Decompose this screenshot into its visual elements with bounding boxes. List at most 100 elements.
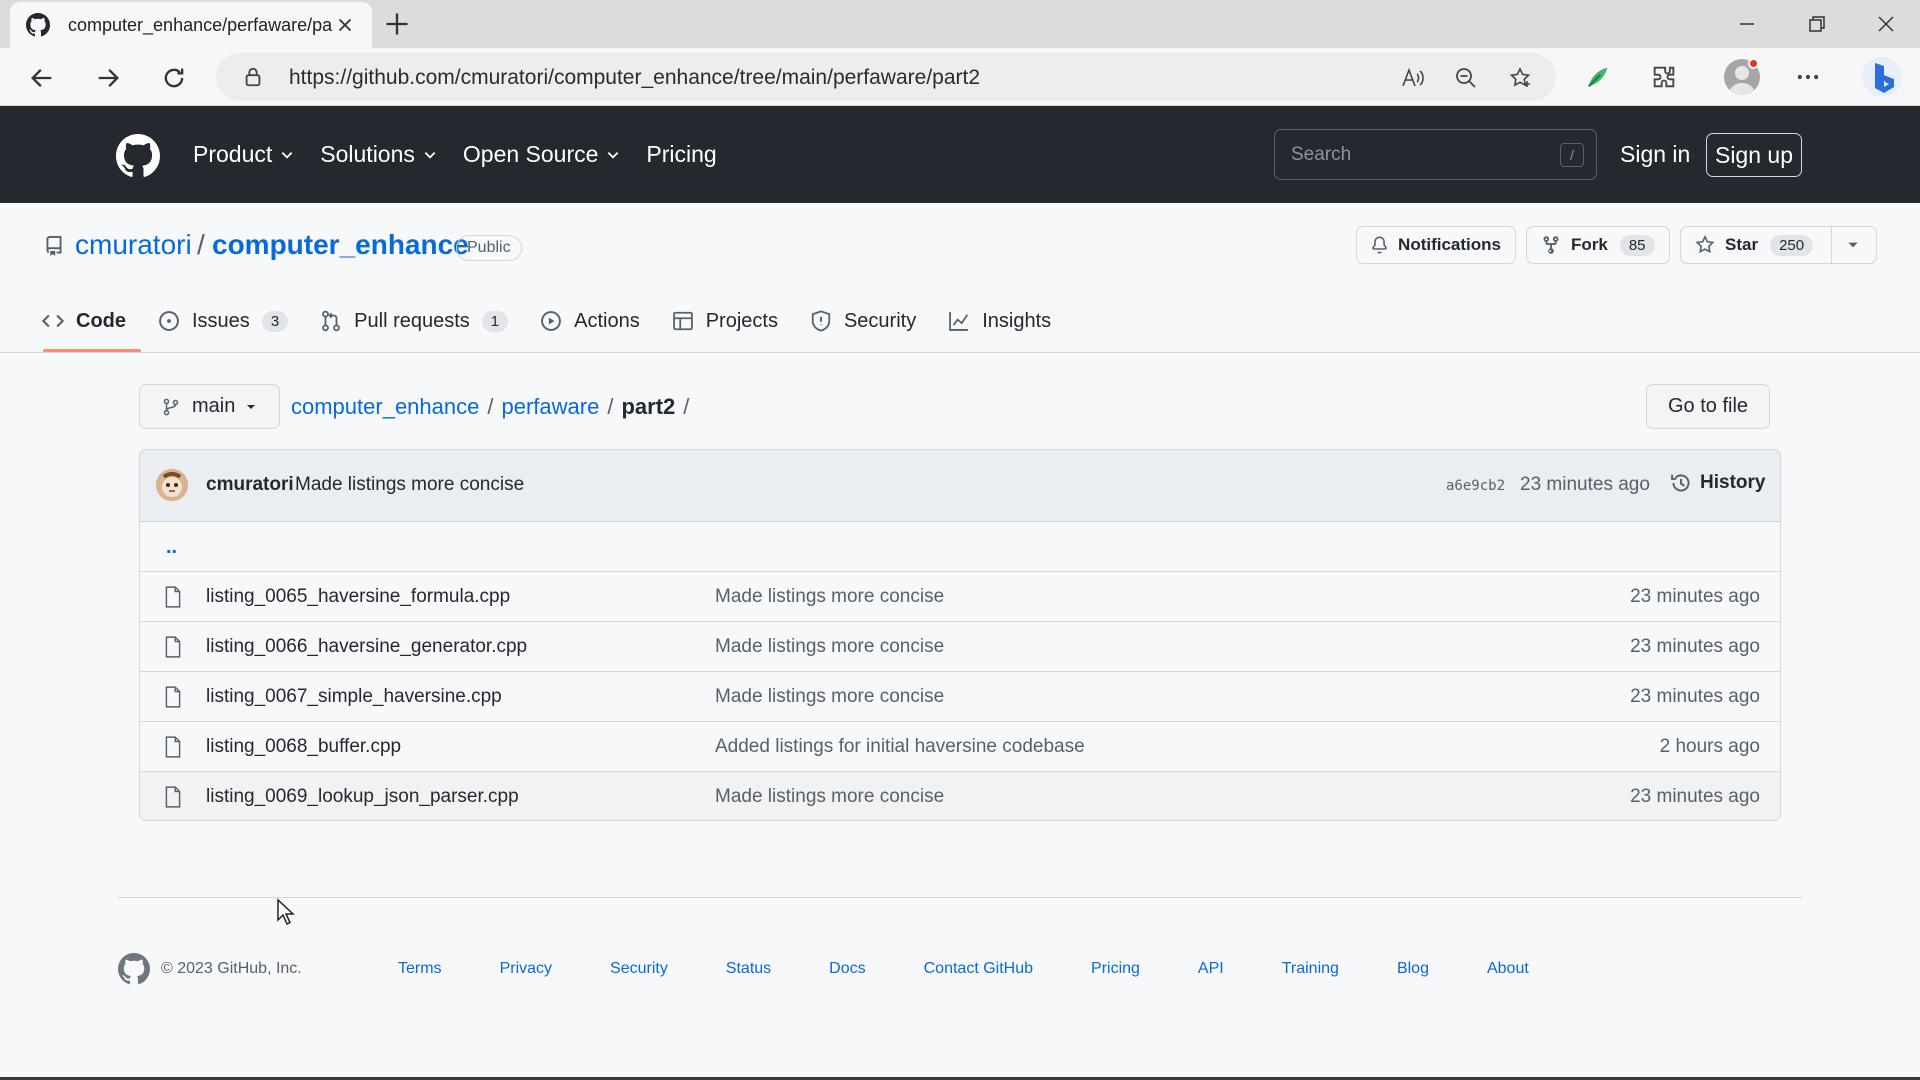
favorite-add-icon[interactable] <box>1508 66 1532 90</box>
footer-link-security[interactable]: Security <box>610 960 668 978</box>
read-aloud-icon[interactable] <box>1400 66 1424 90</box>
footer-link-blog[interactable]: Blog <box>1397 960 1429 978</box>
tab-code[interactable]: Code <box>42 301 126 341</box>
breadcrumb-separator: / <box>607 394 614 419</box>
file-commit-message-link[interactable]: Made listings more concise <box>715 586 944 608</box>
footer-link-training[interactable]: Training <box>1282 960 1339 978</box>
extension-leaf-icon[interactable] <box>1584 63 1612 91</box>
commit-message-link[interactable]: Made listings more concise <box>295 474 524 496</box>
footer-link-about[interactable]: About <box>1487 960 1529 978</box>
address-bar[interactable]: https://github.com/cmuratori/computer_en… <box>216 53 1556 101</box>
nav-product-label: Product <box>193 141 273 167</box>
window-close-icon[interactable] <box>1874 12 1898 36</box>
notifications-label: Notifications <box>1398 235 1501 254</box>
star-dropdown-button[interactable] <box>1831 226 1877 264</box>
browser-tabstrip: computer_enhance/perfaware/part2 <box>0 0 1920 48</box>
latest-commit-bar: cmuratori Made listings more concise a6e… <box>140 450 1780 522</box>
fork-icon <box>1543 236 1559 254</box>
tab-insights[interactable]: Insights <box>948 301 1051 341</box>
footer-link-docs[interactable]: Docs <box>829 960 865 978</box>
url-text: https://github.com/cmuratori/computer_en… <box>289 66 981 89</box>
lock-icon[interactable] <box>242 66 264 88</box>
tab-issues[interactable]: Issues 3 <box>158 301 289 341</box>
more-icon[interactable] <box>1794 63 1822 91</box>
footer-link-status[interactable]: Status <box>726 960 771 978</box>
tab-projects[interactable]: Projects <box>672 301 778 341</box>
file-name-link[interactable]: listing_0069_lookup_json_parser.cpp <box>206 786 519 808</box>
star-button[interactable]: Star 250 <box>1680 226 1832 264</box>
file-name-link[interactable]: listing_0066_haversine_generator.cpp <box>206 636 527 658</box>
breadcrumb-root-link[interactable]: computer_enhance <box>291 394 479 419</box>
parent-directory-link[interactable]: .. <box>166 536 177 559</box>
nav-product[interactable]: Product <box>193 141 294 168</box>
close-tab-icon[interactable] <box>334 14 356 36</box>
refresh-icon[interactable] <box>160 64 188 92</box>
repo-name-link[interactable]: computer_enhance <box>212 229 469 261</box>
repo-owner-link[interactable]: cmuratori <box>75 229 192 261</box>
nav-pricing[interactable]: Pricing <box>646 141 716 168</box>
footer-link-privacy[interactable]: Privacy <box>500 960 552 978</box>
mouse-cursor-icon <box>277 898 295 926</box>
browser-toolbar: https://github.com/cmuratori/computer_en… <box>0 48 1920 106</box>
github-logo-icon[interactable] <box>116 134 160 178</box>
tab-pull-requests-label: Pull requests <box>354 309 470 332</box>
tab-pull-requests[interactable]: Pull requests 1 <box>320 301 509 341</box>
fork-button[interactable]: Fork 85 <box>1526 226 1670 264</box>
chevron-down-icon <box>281 151 293 159</box>
github-header: Product Solutions Open Source Pricing Se… <box>0 106 1920 203</box>
file-commit-message-link[interactable]: Made listings more concise <box>715 786 944 808</box>
file-commit-message-link[interactable]: Made listings more concise <box>715 686 944 708</box>
file-row[interactable]: listing_0068_buffer.cpp Added listings f… <box>140 722 1780 772</box>
footer-link-contact[interactable]: Contact GitHub <box>924 960 1033 978</box>
author-avatar[interactable] <box>156 469 188 501</box>
commit-sha-link[interactable]: a6e9cb2 <box>1446 478 1505 494</box>
file-row[interactable]: listing_0069_lookup_json_parser.cpp Made… <box>140 772 1780 820</box>
nav-solutions[interactable]: Solutions <box>320 141 437 168</box>
tab-insights-label: Insights <box>982 309 1052 332</box>
author-avatar-image <box>156 469 188 501</box>
go-to-file-button[interactable]: Go to file <box>1646 384 1770 429</box>
history-link[interactable]: History <box>1670 472 1765 494</box>
notifications-button[interactable]: Notifications <box>1356 226 1516 264</box>
extensions-icon[interactable] <box>1650 63 1678 91</box>
file-name-link[interactable]: listing_0065_haversine_formula.cpp <box>206 586 510 608</box>
browser-tab[interactable]: computer_enhance/perfaware/part2 <box>10 2 372 48</box>
file-row[interactable]: listing_0066_haversine_generator.cpp Mad… <box>140 622 1780 672</box>
file-row[interactable]: listing_0065_haversine_formula.cpp Made … <box>140 572 1780 622</box>
commit-author-link[interactable]: cmuratori <box>206 474 294 496</box>
file-name-link[interactable]: listing_0067_simple_haversine.cpp <box>206 686 502 708</box>
new-tab-icon[interactable] <box>383 10 411 38</box>
file-name-link[interactable]: listing_0068_buffer.cpp <box>206 736 401 758</box>
restore-icon[interactable] <box>1805 12 1829 36</box>
browser-tab-title: computer_enhance/perfaware/part2 <box>68 14 333 35</box>
file-commit-time: 23 minutes ago <box>1630 586 1760 607</box>
footer-link-pricing[interactable]: Pricing <box>1091 960 1140 978</box>
back-icon[interactable] <box>28 64 56 92</box>
tab-security[interactable]: Security <box>810 301 916 341</box>
search-input[interactable]: Search / <box>1274 129 1597 180</box>
breadcrumb-folder-link[interactable]: perfaware <box>501 394 599 419</box>
file-commit-time: 2 hours ago <box>1659 736 1760 757</box>
github-footer-logo-icon[interactable] <box>118 953 150 985</box>
footer-link-api[interactable]: API <box>1198 960 1224 978</box>
footer-link-terms[interactable]: Terms <box>398 960 442 978</box>
branch-select-button[interactable]: main <box>139 384 280 429</box>
bing-copilot-icon[interactable] <box>1858 53 1906 101</box>
tab-actions[interactable]: Actions <box>540 301 640 341</box>
file-row[interactable]: listing_0067_simple_haversine.cpp Made l… <box>140 672 1780 722</box>
file-commit-message-link[interactable]: Added listings for initial haversine cod… <box>715 736 1085 758</box>
sign-up-button[interactable]: Sign up <box>1706 133 1802 177</box>
minimize-icon[interactable] <box>1735 12 1759 36</box>
visibility-badge: Public <box>456 235 522 261</box>
forward-icon[interactable] <box>94 64 122 92</box>
tab-issues-label: Issues <box>192 309 250 332</box>
file-commit-message-link[interactable]: Made listings more concise <box>715 636 944 658</box>
parent-directory-row[interactable]: .. <box>140 522 1780 572</box>
branch-icon <box>163 398 179 415</box>
file-icon <box>165 786 181 808</box>
caret-down-icon <box>1848 242 1858 248</box>
nav-open-source[interactable]: Open Source <box>463 141 621 168</box>
sign-in-link[interactable]: Sign in <box>1620 141 1690 168</box>
zoom-out-icon[interactable] <box>1454 66 1478 90</box>
star-icon <box>1695 235 1715 254</box>
